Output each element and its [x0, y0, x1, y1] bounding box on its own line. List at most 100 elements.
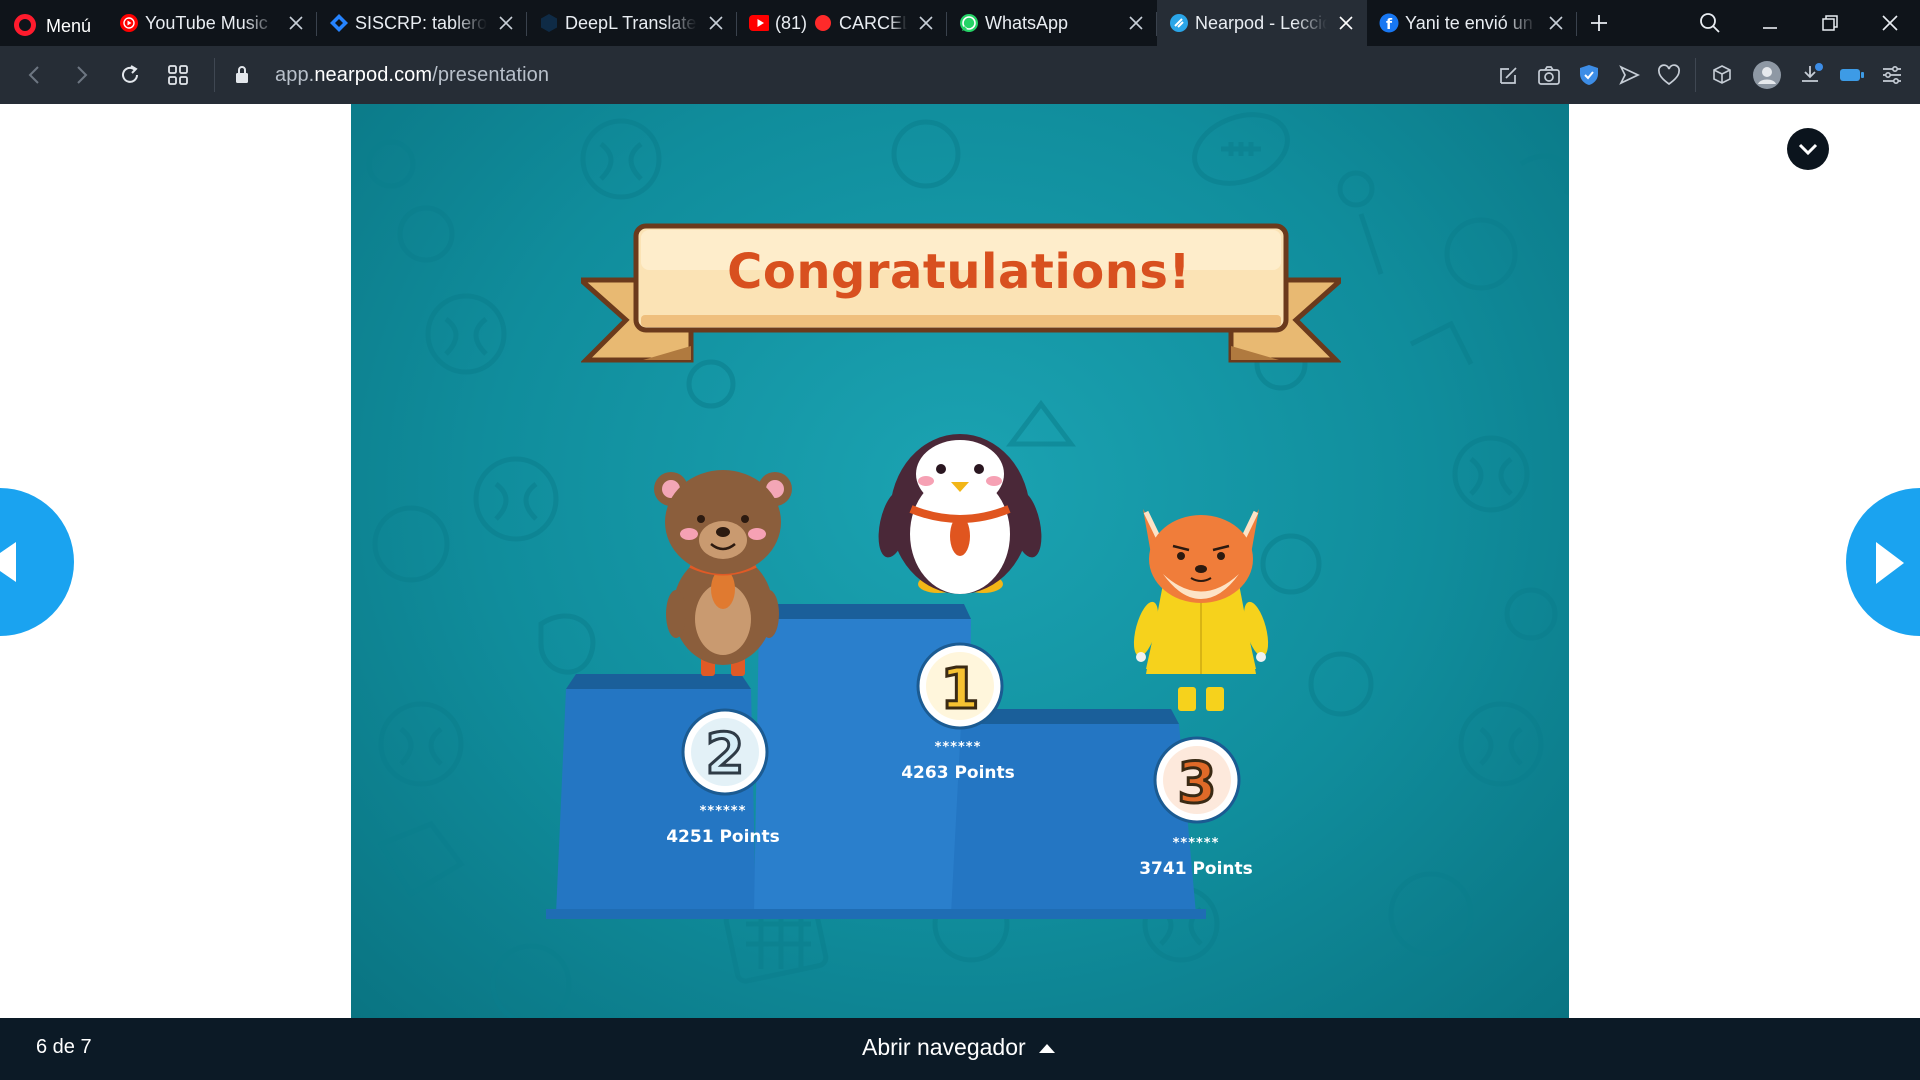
- penguin-character: [878, 434, 1042, 594]
- previous-slide-button[interactable]: [0, 488, 74, 636]
- restore-button[interactable]: [1800, 0, 1860, 46]
- reload-button[interactable]: [106, 46, 154, 104]
- tab-title: Yani te envió un: [1405, 12, 1533, 33]
- edit-share-icon: [1500, 67, 1517, 84]
- podium-scene: 2 1 3: [546, 434, 1269, 919]
- profile-button[interactable]: [1742, 46, 1792, 104]
- url-prefix: app.: [275, 63, 315, 86]
- url-domain: nearpod.com: [314, 63, 433, 86]
- tab-title: YouTube Music: [145, 12, 268, 33]
- close-icon: [1882, 15, 1898, 31]
- svg-text:2: 2: [706, 722, 745, 787]
- shield-icon: [1580, 65, 1598, 85]
- vpn-button[interactable]: [1569, 46, 1609, 104]
- new-tab-button[interactable]: [1577, 0, 1621, 46]
- close-icon[interactable]: [285, 12, 307, 34]
- download-icon: [1802, 63, 1823, 82]
- cube-icon: [1713, 65, 1731, 84]
- deepl-icon: [539, 13, 559, 33]
- svg-text:3: 3: [1178, 751, 1217, 816]
- tab-youtube-carcel[interactable]: (81) CARCEL: [737, 0, 948, 46]
- triangle-up-icon: [1038, 1043, 1055, 1053]
- back-arrow-icon: [28, 66, 39, 84]
- settings-sliders-icon: [1883, 65, 1901, 85]
- triangle-left-icon: [0, 542, 16, 582]
- speed-dial-button[interactable]: [154, 46, 202, 104]
- tab-nearpod[interactable]: Nearpod - Lección: [1157, 0, 1368, 46]
- reload-icon: [122, 65, 138, 83]
- open-navigator-button[interactable]: Abrir navegador: [862, 1034, 1056, 1061]
- close-icon[interactable]: [1335, 12, 1357, 34]
- opera-menu-button[interactable]: Menú: [0, 0, 107, 46]
- avatar-icon: [1753, 61, 1781, 89]
- player-name: ******: [934, 740, 982, 755]
- camera-icon: [1538, 66, 1560, 85]
- grid-icon: [168, 65, 188, 85]
- toolbar-icons: [1489, 46, 1920, 104]
- player-points: 4251 Points: [666, 827, 780, 847]
- url-path: /presentation: [432, 63, 550, 86]
- tab-strip: Menú YouTube Music SISCRP: tablero de De…: [0, 0, 1920, 46]
- downloads-button[interactable]: [1792, 46, 1832, 104]
- easy-setup-menu-button[interactable]: [1872, 46, 1912, 104]
- tab-title: (81): [775, 12, 808, 33]
- divider: [214, 58, 215, 92]
- close-icon[interactable]: [495, 12, 517, 34]
- close-window-button[interactable]: [1860, 0, 1920, 46]
- snapshot-button[interactable]: [1529, 46, 1569, 104]
- forward-button[interactable]: [58, 46, 106, 104]
- youtube-music-icon: [119, 13, 139, 33]
- flow-button[interactable]: [1609, 46, 1649, 104]
- opera-logo-icon: [14, 14, 36, 36]
- first-place-label: ****** 4263 Points: [858, 740, 1058, 783]
- tab-whatsapp[interactable]: WhatsApp: [947, 0, 1158, 46]
- restore-icon: [1822, 15, 1838, 31]
- third-place-label: ****** 3741 Points: [1096, 836, 1296, 879]
- medal-3-icon: 3: [1153, 736, 1241, 824]
- close-icon[interactable]: [705, 12, 727, 34]
- search-tabs-button[interactable]: [1680, 0, 1740, 46]
- nearpod-icon: [1169, 13, 1189, 33]
- medal-2-icon: 2: [681, 708, 769, 796]
- extensions-button[interactable]: [1702, 46, 1742, 104]
- divider: [1695, 58, 1696, 92]
- tab-deepl[interactable]: DeepL Translate: [527, 0, 738, 46]
- close-icon[interactable]: [1125, 12, 1147, 34]
- facebook-icon: f: [1379, 13, 1399, 33]
- next-slide-button[interactable]: [1846, 488, 1920, 636]
- lock-icon[interactable]: [227, 46, 257, 104]
- url-field[interactable]: app.nearpod.com/presentation: [275, 64, 549, 87]
- minimize-button[interactable]: [1740, 0, 1800, 46]
- whatsapp-icon: [959, 13, 979, 33]
- second-place-label: ****** 4251 Points: [623, 804, 823, 847]
- open-navigator-label: Abrir navegador: [862, 1034, 1026, 1060]
- svg-text:1: 1: [941, 657, 980, 722]
- page-content: Congratulations! 2 1 3 ****** 4251 Point…: [0, 104, 1920, 1018]
- tab-title-extra: CARCEL: [839, 12, 908, 33]
- medal-1-icon: 1: [916, 642, 1004, 730]
- battery-saver-button[interactable]: [1832, 46, 1872, 104]
- tab-facebook[interactable]: f Yani te envió un: [1367, 0, 1578, 46]
- menu-label: Menú: [46, 15, 92, 36]
- bookmarks-button[interactable]: [1649, 46, 1689, 104]
- easy-setup-button[interactable]: [1489, 46, 1529, 104]
- youtube-icon: [749, 13, 770, 33]
- back-button[interactable]: [10, 46, 58, 104]
- page-counter: 6 de 7: [36, 1036, 92, 1058]
- close-icon[interactable]: [1545, 12, 1567, 34]
- battery-icon: [1840, 69, 1864, 81]
- forward-arrow-icon: [77, 66, 88, 84]
- tab-title: WhatsApp: [985, 12, 1069, 33]
- tab-youtube-music[interactable]: YouTube Music: [107, 0, 318, 46]
- tab-siscrp[interactable]: SISCRP: tablero de: [317, 0, 528, 46]
- player-points: 4263 Points: [901, 763, 1015, 783]
- player-name: ******: [1172, 836, 1220, 851]
- svg-text:f: f: [1386, 17, 1393, 33]
- search-icon: [1700, 13, 1720, 33]
- fox-character: [1133, 509, 1269, 711]
- collapse-toggle-button[interactable]: [1787, 128, 1829, 170]
- close-icon[interactable]: [915, 12, 937, 34]
- heart-icon: [1658, 64, 1680, 86]
- plus-icon: [1591, 15, 1608, 31]
- minimize-icon: [1763, 27, 1777, 29]
